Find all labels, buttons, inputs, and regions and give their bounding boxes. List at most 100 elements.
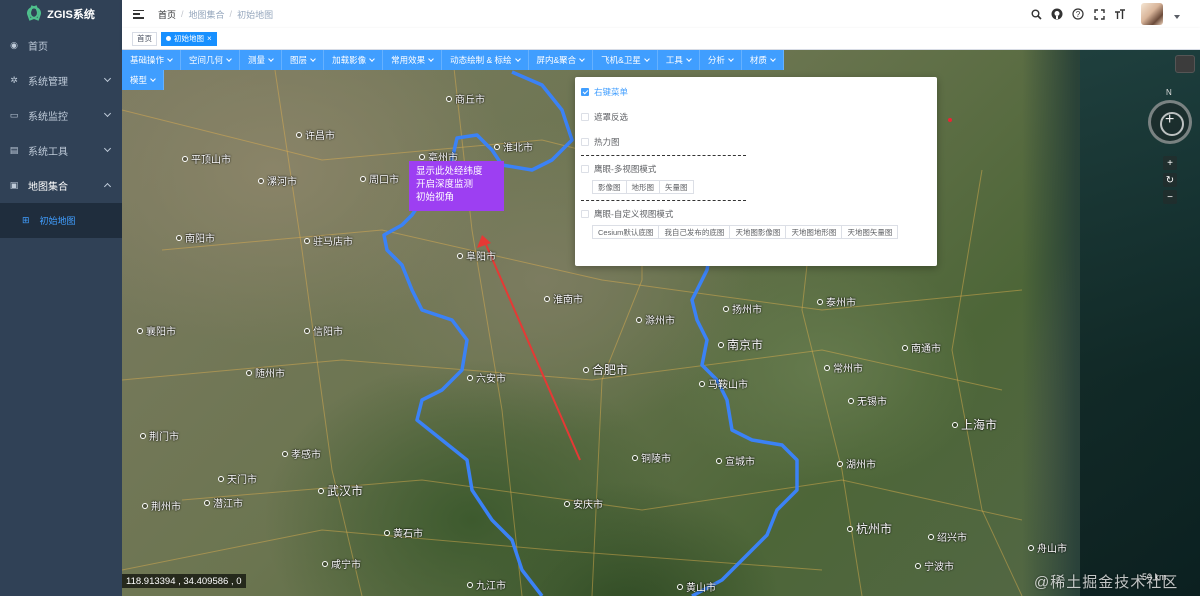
city-point-icon xyxy=(1028,544,1034,551)
cesium-default-button[interactable]: Cesium默认底图 xyxy=(592,225,660,239)
tianditu-vector-button[interactable]: 天地图矢量图 xyxy=(841,225,899,239)
breadcrumb-item: 地图集合 xyxy=(188,9,225,20)
caret-down-icon[interactable] xyxy=(1174,15,1180,19)
github-icon[interactable] xyxy=(1051,8,1063,20)
tag-label: 首页 xyxy=(137,34,152,43)
breadcrumb-item[interactable]: 首页 xyxy=(158,8,176,21)
city-point-icon xyxy=(467,581,473,588)
divider xyxy=(581,155,746,156)
chevron-down-icon xyxy=(770,56,776,62)
tag-home[interactable]: 首页 xyxy=(132,31,157,46)
compass-icon[interactable] xyxy=(1148,100,1192,144)
menu-common-effects[interactable]: 常用效果 xyxy=(383,50,443,70)
menu-load-imagery[interactable]: 加载影像 xyxy=(324,50,384,70)
city-label: 孝感市 xyxy=(282,446,321,461)
map-viewer[interactable]: 基础操作 空间几何 测量 图层 加载影像 常用效果 动态绘制 & 标绘 屏内&聚… xyxy=(122,50,1200,596)
menu-aircraft-satellite[interactable]: 飞机&卫星 xyxy=(593,50,658,70)
close-icon[interactable]: × xyxy=(207,34,212,43)
sidebar-item-home[interactable]: ◉ 首页 xyxy=(0,28,122,63)
eagle-eye-multi-option[interactable]: 鹰眼-多视图模式 xyxy=(581,162,931,176)
menu-basic-ops[interactable]: 基础操作 xyxy=(122,50,182,70)
fullscreen-icon[interactable] xyxy=(1093,8,1105,20)
city-point-icon xyxy=(677,583,683,590)
imagery-map-button[interactable]: 影像图 xyxy=(592,180,627,194)
menu-layers[interactable]: 图层 xyxy=(282,50,325,70)
checkbox-icon[interactable] xyxy=(581,165,589,173)
reset-view-button[interactable]: ↻ xyxy=(1163,173,1177,187)
eagle-eye-custom-option[interactable]: 鹰眼-自定义视图模式 xyxy=(581,207,931,221)
vector-map-button[interactable]: 矢量图 xyxy=(659,180,694,194)
terrain-map-button[interactable]: 地形图 xyxy=(625,180,660,194)
city-label: 天门市 xyxy=(218,471,257,486)
font-size-icon[interactable] xyxy=(1114,8,1126,20)
hamburger-icon[interactable] xyxy=(133,9,144,19)
app-root: ZGIS系统 ◉ 首页 ✲ 系统管理 ▭ 系统监控 ▤ 系统工具 ▣ 地图集合 xyxy=(0,0,1200,596)
city-label: 黄山市 xyxy=(677,579,716,594)
menu-label: 常用效果 xyxy=(391,55,426,65)
avatar[interactable] xyxy=(1141,3,1163,25)
search-icon[interactable] xyxy=(1030,8,1042,20)
chevron-up-icon xyxy=(103,182,112,191)
checkbox-icon[interactable] xyxy=(581,138,589,146)
chevron-down-icon xyxy=(428,56,434,62)
tag-initial-map[interactable]: 初始地图 × xyxy=(161,31,217,46)
city-point-icon xyxy=(322,560,328,567)
city-label: 商丘市 xyxy=(446,91,485,106)
breadcrumb-item: 初始地图 xyxy=(237,9,274,20)
menu-tools[interactable]: 工具 xyxy=(657,50,700,70)
city-label: 荆州市 xyxy=(142,498,181,513)
help-icon[interactable]: ? xyxy=(1072,8,1084,20)
city-label: 湖州市 xyxy=(837,456,876,471)
menu-spatial-geometry[interactable]: 空间几何 xyxy=(181,50,241,70)
sidebar-item-map-collection[interactable]: ▣ 地图集合 xyxy=(0,168,122,203)
city-label: 马鞍山市 xyxy=(699,376,748,391)
sidebar-subitem-initial-map[interactable]: ⊞ 初始地图 xyxy=(0,203,122,238)
city-label: 荆门市 xyxy=(140,428,179,443)
city-point-icon xyxy=(699,380,705,387)
city-label: 漯河市 xyxy=(258,173,297,188)
city-point-icon xyxy=(718,341,724,348)
layer-picker-button[interactable] xyxy=(1175,55,1195,73)
city-point-icon xyxy=(716,457,722,464)
menu-model[interactable]: 模型 xyxy=(122,70,165,90)
tianditu-terrain-button[interactable]: 天地图地形图 xyxy=(785,225,843,239)
zoom-out-button[interactable]: − xyxy=(1163,190,1177,204)
chevron-down-icon xyxy=(728,56,734,62)
coordinate-readout: 118.913394 , 34.409586 , 0 xyxy=(122,574,246,588)
heatmap-option[interactable]: 热力图 xyxy=(581,135,931,149)
city-label: 阜阳市 xyxy=(457,248,496,263)
sidebar-item-system-tools[interactable]: ▤ 系统工具 xyxy=(0,133,122,168)
city-point-icon xyxy=(296,131,302,138)
city-label: 潜江市 xyxy=(204,495,243,510)
city-point-icon xyxy=(218,475,224,482)
sidebar-item-system-manage[interactable]: ✲ 系统管理 xyxy=(0,63,122,98)
city-label: 常州市 xyxy=(824,360,863,375)
checkbox-icon[interactable] xyxy=(581,113,589,121)
annotation-note: 显示此处经纬度 开启深度监测 初始视角 xyxy=(409,161,504,211)
city-point-icon xyxy=(928,533,934,540)
menu-measure[interactable]: 测量 xyxy=(240,50,283,70)
tianditu-imagery-button[interactable]: 天地图影像图 xyxy=(729,225,787,239)
zoom-in-button[interactable]: + xyxy=(1163,156,1177,170)
city-point-icon xyxy=(137,327,143,334)
city-label: 武汉市 xyxy=(318,482,363,499)
menu-dynamic-draw[interactable]: 动态绘制 & 标绘 xyxy=(442,50,529,70)
sidebar-item-system-monitor[interactable]: ▭ 系统监控 xyxy=(0,98,122,133)
menu-material[interactable]: 材质 xyxy=(741,50,784,70)
menu-analysis[interactable]: 分析 xyxy=(699,50,742,70)
compass-widget[interactable]: N xyxy=(1148,88,1192,144)
city-label: 驻马店市 xyxy=(304,233,353,248)
checkbox-icon[interactable] xyxy=(581,210,589,218)
logo[interactable]: ZGIS系统 xyxy=(0,0,122,28)
right-menu-option[interactable]: 右键菜单 xyxy=(581,85,931,99)
city-point-icon xyxy=(457,252,463,259)
menu-screen-cluster[interactable]: 屏内&聚合 xyxy=(528,50,594,70)
mask-invert-option[interactable]: 遮罩反选 xyxy=(581,110,931,124)
city-label: 滁州市 xyxy=(636,312,675,327)
city-point-icon xyxy=(182,155,188,162)
menu-label: 测量 xyxy=(248,55,266,65)
city-point-icon xyxy=(848,397,854,404)
checkbox-checked-icon[interactable] xyxy=(581,88,589,96)
chevron-down-icon xyxy=(369,56,375,62)
my-published-button[interactable]: 我自己发布的底图 xyxy=(658,225,731,239)
